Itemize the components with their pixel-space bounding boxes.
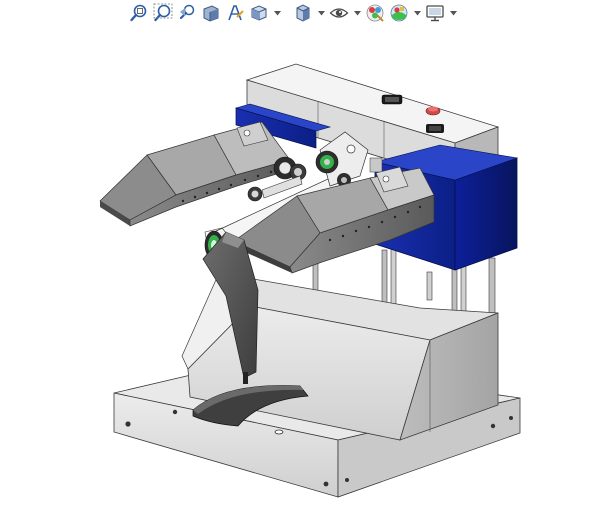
display-style-icon: [296, 4, 310, 22]
chevron-down-icon: [449, 10, 457, 15]
dynamic-annotation-button[interactable]: [224, 2, 246, 24]
apply-scene-icon: [390, 4, 408, 22]
chevron-down-icon: [317, 10, 325, 15]
view-settings-dropdown[interactable]: [448, 2, 458, 24]
section-view-button[interactable]: [200, 2, 222, 24]
view-settings-icon: [426, 5, 444, 22]
zoom-to-fit-button[interactable]: [128, 2, 150, 24]
display-style-dropdown[interactable]: [316, 2, 326, 24]
machine-model[interactable]: [0, 28, 611, 521]
hide-show-items-icon: [329, 8, 349, 18]
dynamic-annotation-icon: [228, 5, 244, 21]
previous-view-icon: [179, 4, 195, 20]
apply-scene-button[interactable]: [388, 2, 410, 24]
hide-show-items-dropdown[interactable]: [352, 2, 362, 24]
view-settings-button[interactable]: [424, 2, 446, 24]
hide-show-items-button[interactable]: [328, 2, 350, 24]
edit-appearance-button[interactable]: [364, 2, 386, 24]
view-orientation-button[interactable]: [248, 2, 270, 24]
section-view-icon: [203, 5, 219, 22]
chevron-down-icon: [353, 10, 361, 15]
view-orientation-icon: [251, 5, 267, 21]
view-orientation-dropdown[interactable]: [272, 2, 282, 24]
display-style-button[interactable]: [292, 2, 314, 24]
previous-view-button[interactable]: [176, 2, 198, 24]
zoom-to-area-button[interactable]: [152, 2, 174, 24]
apply-scene-dropdown[interactable]: [412, 2, 422, 24]
chevron-down-icon: [273, 10, 281, 15]
edit-appearance-icon: [366, 4, 384, 22]
graphics-area[interactable]: [0, 28, 611, 521]
heads-up-view-toolbar: [128, 0, 458, 26]
zoom-to-area-icon: [153, 3, 173, 22]
zoom-to-fit-icon: [130, 4, 147, 22]
chevron-down-icon: [413, 10, 421, 15]
